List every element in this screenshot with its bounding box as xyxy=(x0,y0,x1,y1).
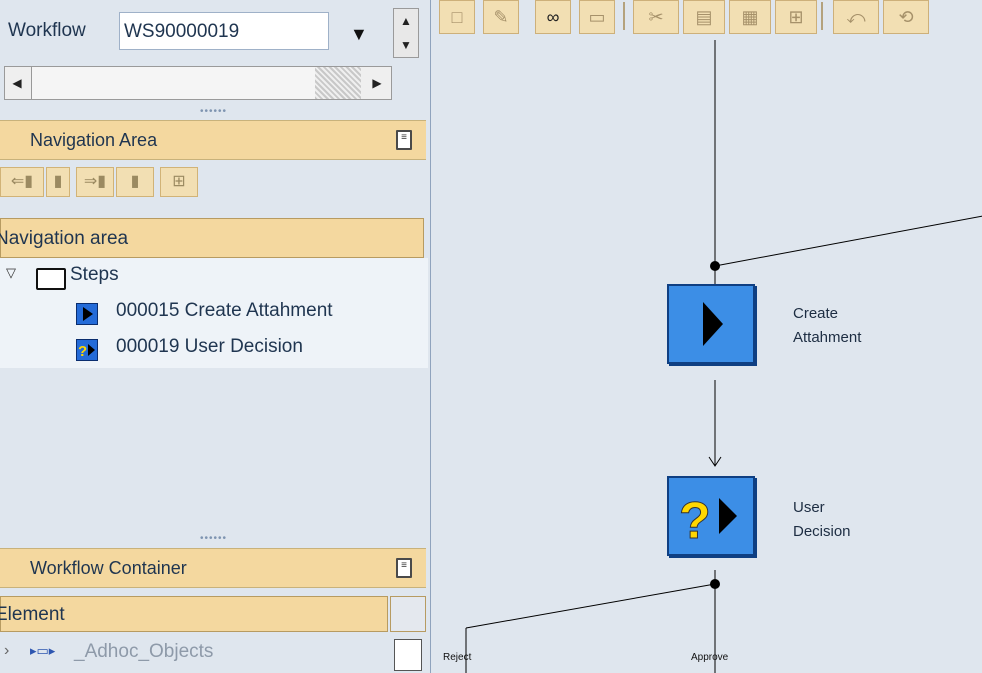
splitter-grip[interactable]: •••••• xyxy=(200,106,227,117)
scroll-left-icon[interactable]: ◀ xyxy=(5,67,29,99)
triangle-down-icon[interactable]: ▼ xyxy=(350,24,368,45)
container-row[interactable]: › ▸▭▸ _Adhoc_Objects xyxy=(0,634,428,673)
activity-step-icon xyxy=(76,303,98,325)
user-decision-step-icon: ? xyxy=(76,339,98,361)
navigation-area-column-title: Navigation area xyxy=(0,228,129,249)
tree-node-label: Steps xyxy=(70,264,119,285)
left-pane: Workflow WS90000019 ▼ ▲ ▼ ◀ ▶ •••••• Nav… xyxy=(0,0,428,673)
tree-item-label: 000019 User Decision xyxy=(116,336,303,357)
tree-structure-icon[interactable]: ⊞ xyxy=(160,167,198,197)
splitter-grip[interactable]: •••••• xyxy=(200,533,227,544)
graph-node-label: User Decision xyxy=(793,496,851,544)
object-reference-icon: ▸▭▸ xyxy=(30,643,56,658)
junction-dot xyxy=(710,579,720,589)
column-config-cell[interactable] xyxy=(390,596,426,632)
tree-item-create-attahment[interactable]: 000015 Create Attahment xyxy=(0,294,428,330)
element-column-title: Element xyxy=(0,604,65,625)
navigation-toolbar: ⇐▮ ▮ ⇒▮ ▮ ⊞ xyxy=(0,164,200,200)
connector-line xyxy=(714,215,982,267)
workflow-graph-pane: □ ✎ ∞ ▭ ✂ ▤ ▦ ⊞ ⤺ ⟲ Create Attahment ? U… xyxy=(430,0,982,673)
activity-step-icon xyxy=(703,302,723,346)
workflow-label: Workflow xyxy=(8,20,86,41)
node-label-line: Create xyxy=(793,305,839,322)
element-column-header[interactable]: Element xyxy=(0,596,388,632)
connector-line xyxy=(465,583,716,629)
scroll-up-icon[interactable]: ▲ xyxy=(394,9,418,33)
scroll-down-icon[interactable]: ▼ xyxy=(394,33,418,57)
folder-open-icon xyxy=(36,268,66,290)
user-decision-step-icon: ? xyxy=(679,492,737,551)
graph-node-create-attahment[interactable] xyxy=(667,284,755,364)
graph-node-user-decision[interactable]: ? xyxy=(667,476,755,556)
graph-node-label: Create Attahment xyxy=(793,302,861,350)
back-icon[interactable]: ⇐▮ xyxy=(0,167,44,197)
tree-item-user-decision[interactable]: ? 000019 User Decision xyxy=(0,330,428,366)
forward-alt-icon[interactable]: ▮ xyxy=(116,167,154,197)
branch-label-reject[interactable]: Reject xyxy=(443,652,471,663)
node-label-line: Decision xyxy=(793,523,851,540)
workflow-container-header: Workflow Container ≡ xyxy=(0,548,426,588)
back-alt-icon[interactable]: ▮ xyxy=(46,167,70,197)
navigation-tree: ▽ Steps 000015 Create Attahment ? 000019… xyxy=(0,258,428,368)
collapse-icon[interactable]: ▽ xyxy=(6,265,16,281)
navigation-area-column-header: Navigation area xyxy=(0,218,424,258)
panel-menu-icon[interactable]: ≡ xyxy=(396,558,412,578)
scroll-right-icon[interactable]: ▶ xyxy=(365,67,389,99)
scroll-thumb[interactable] xyxy=(31,67,316,99)
forward-icon[interactable]: ⇒▮ xyxy=(76,167,114,197)
node-label-line: User xyxy=(793,499,825,516)
container-element-label: _Adhoc_Objects xyxy=(74,641,214,662)
expand-icon[interactable]: › xyxy=(4,642,9,660)
scroll-track-grip xyxy=(315,67,361,99)
branch-label-approve[interactable]: Approve xyxy=(691,652,728,663)
row-checkbox[interactable] xyxy=(394,639,422,671)
panel-menu-icon[interactable]: ≡ xyxy=(396,130,412,150)
workflow-id-field[interactable]: WS90000019 xyxy=(119,12,329,50)
svg-text:?: ? xyxy=(78,343,87,360)
svg-text:?: ? xyxy=(679,492,711,550)
vertical-scrollbar[interactable]: ▲ ▼ xyxy=(393,8,419,58)
navigation-area-title: Navigation Area xyxy=(30,130,158,150)
tree-node-steps[interactable]: ▽ Steps xyxy=(0,258,428,294)
workflow-container-title: Workflow Container xyxy=(30,558,187,578)
node-label-line: Attahment xyxy=(793,329,862,346)
tree-item-label: 000015 Create Attahment xyxy=(116,300,333,321)
horizontal-scrollbar[interactable]: ◀ ▶ xyxy=(4,66,392,100)
navigation-area-header: Navigation Area ≡ xyxy=(0,120,426,160)
